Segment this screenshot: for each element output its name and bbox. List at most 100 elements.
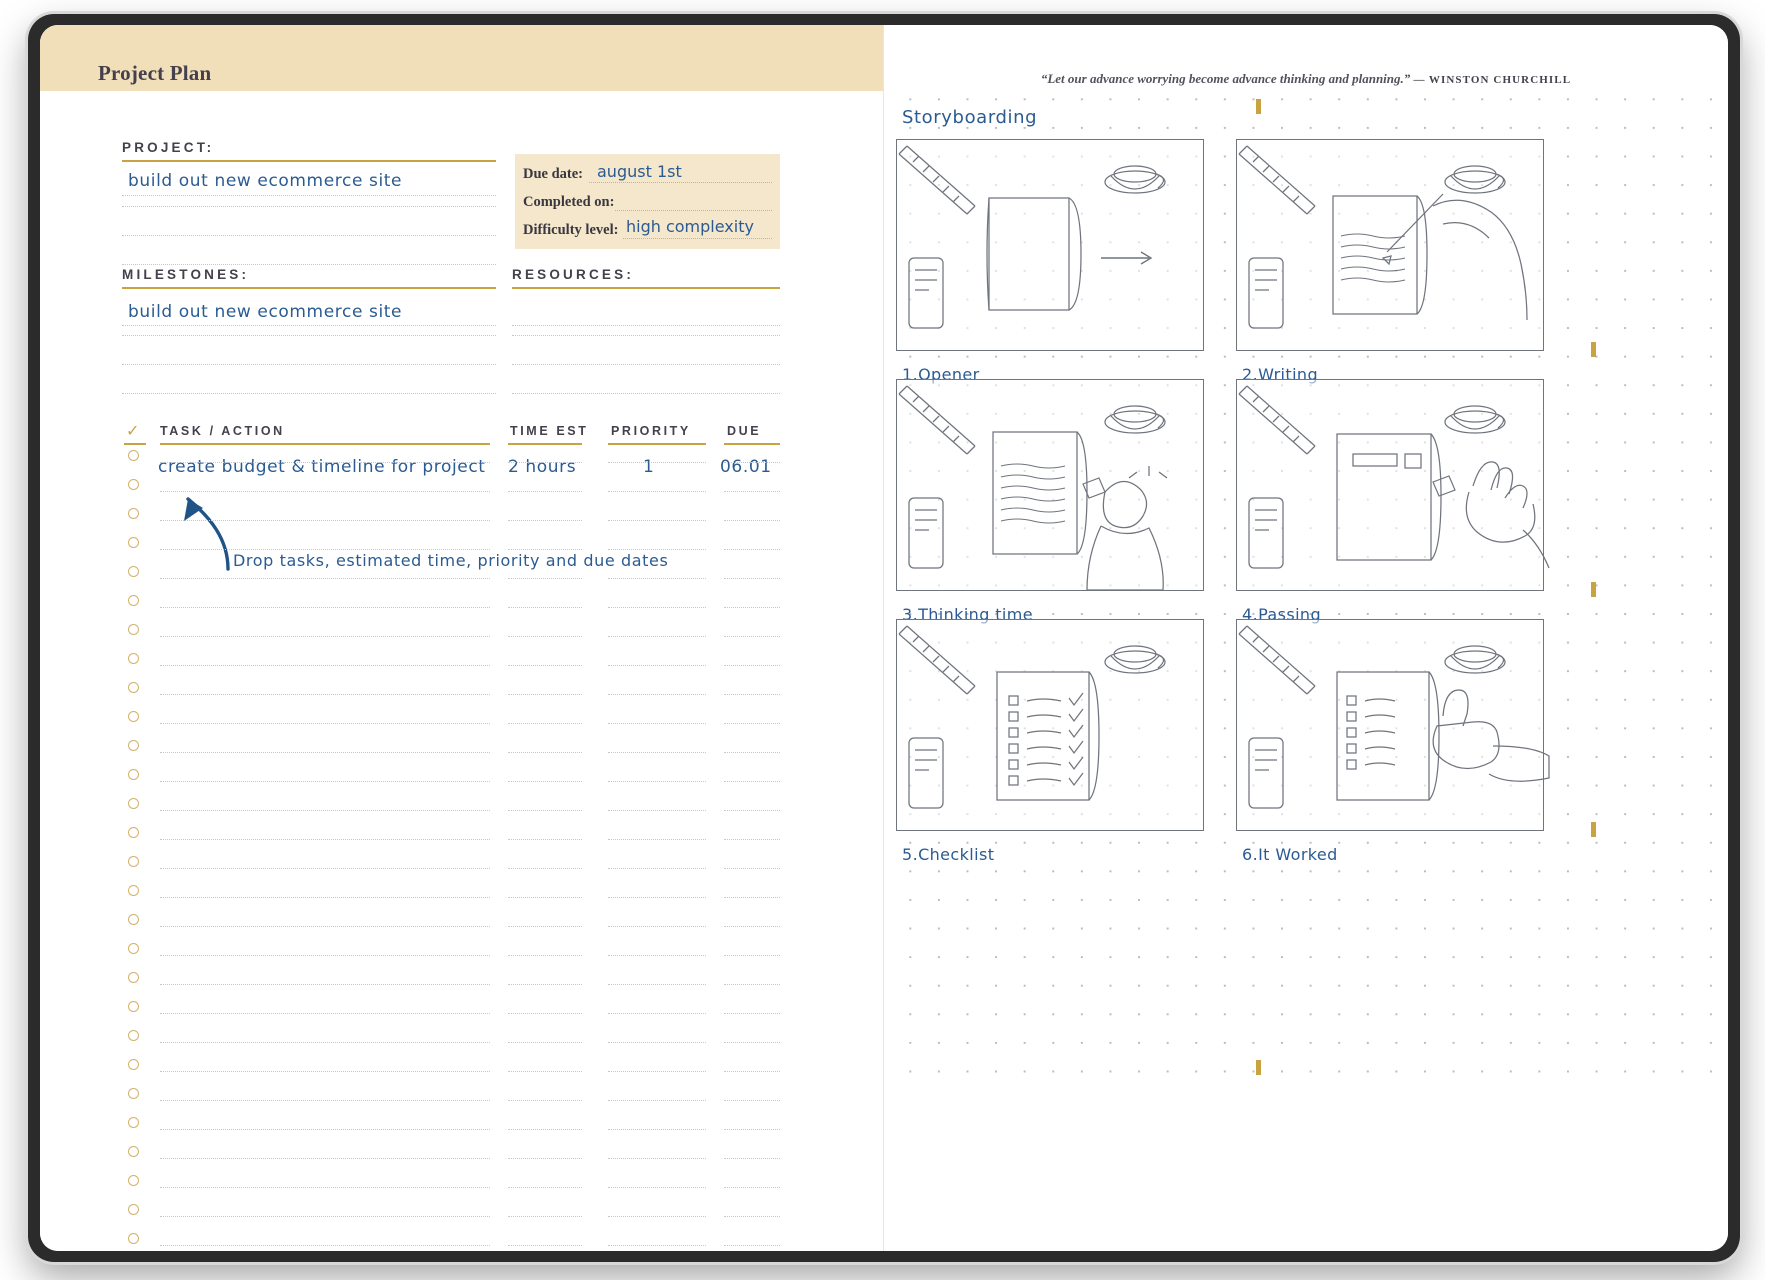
task-row-line[interactable] [160,636,490,637]
task-row-line[interactable] [724,520,780,521]
task-row-line[interactable] [508,1042,582,1043]
task-row-line[interactable] [508,781,582,782]
task-row-line[interactable] [160,491,490,492]
storyboard-frame[interactable] [896,619,1204,831]
task-row-line[interactable] [608,1071,706,1072]
task-row-line[interactable] [608,462,706,463]
task-checkbox[interactable] [128,1233,139,1244]
task-row-line[interactable] [160,839,490,840]
task-row-line[interactable] [508,462,582,463]
task-row-line[interactable] [724,752,780,753]
task-row-line[interactable] [608,665,706,666]
milestones-line-4[interactable] [122,393,496,394]
task-row-line[interactable] [160,984,490,985]
task-checkbox[interactable] [128,856,139,867]
project-line-1[interactable] [122,195,496,196]
task-row-line[interactable] [508,810,582,811]
due-date-value[interactable]: august 1st [597,162,682,181]
task-row-line[interactable] [508,1216,582,1217]
task-checkbox[interactable] [128,1117,139,1128]
task-row-line[interactable] [608,752,706,753]
task-row-line[interactable] [508,955,582,956]
task-row-line[interactable] [508,1187,582,1188]
task-row-line[interactable] [724,636,780,637]
task-row-line[interactable] [508,607,582,608]
milestones-line-2[interactable] [122,335,496,336]
task-checkbox[interactable] [128,1204,139,1215]
task-row-line[interactable] [608,926,706,927]
task-row-line[interactable] [608,955,706,956]
resources-line-4[interactable] [512,393,780,394]
task-row-line[interactable] [160,520,490,521]
storyboard-frame[interactable] [1236,139,1544,351]
task-row-line[interactable] [608,723,706,724]
task-checkbox[interactable] [128,827,139,838]
task-row-line[interactable] [508,1129,582,1130]
task-row-line[interactable] [724,549,780,550]
task-row-line[interactable] [160,781,490,782]
task-row-line[interactable] [608,839,706,840]
milestones-value[interactable]: build out new ecommerce site [128,302,402,322]
resources-line-3[interactable] [512,364,780,365]
task-checkbox[interactable] [128,537,139,548]
task-row-line[interactable] [608,636,706,637]
task-row-line[interactable] [508,926,582,927]
task-row-line[interactable] [608,1245,706,1246]
task-row-line[interactable] [724,810,780,811]
task-checkbox[interactable] [128,885,139,896]
task-row-line[interactable] [160,810,490,811]
resources-line-1[interactable] [512,325,780,326]
task-row-line[interactable] [724,839,780,840]
task-row-line[interactable] [160,1100,490,1101]
task-row-line[interactable] [608,1013,706,1014]
task-row-line[interactable] [160,1216,490,1217]
task-checkbox[interactable] [128,740,139,751]
milestones-line-3[interactable] [122,364,496,365]
task-row-line[interactable] [724,926,780,927]
task-row-line[interactable] [724,1042,780,1043]
milestones-line-1[interactable] [122,325,496,326]
task-checkbox[interactable] [128,1030,139,1041]
task-row-line[interactable] [724,955,780,956]
task-row-line[interactable] [160,1245,490,1246]
task-row-line[interactable] [508,1013,582,1014]
task-row-line[interactable] [508,1245,582,1246]
task-row-line[interactable] [724,607,780,608]
task-checkbox[interactable] [128,943,139,954]
task-row-line[interactable] [608,549,706,550]
task-row-line[interactable] [608,1158,706,1159]
project-line-2[interactable] [122,206,496,207]
task-row-line[interactable] [160,868,490,869]
task-checkbox[interactable] [128,1001,139,1012]
task-row-line[interactable] [508,839,582,840]
task-checkbox[interactable] [128,1146,139,1157]
task-checkbox[interactable] [128,450,139,461]
task-checkbox[interactable] [128,914,139,925]
task-row-line[interactable] [508,1071,582,1072]
task-checkbox[interactable] [128,624,139,635]
task-checkbox[interactable] [128,1088,139,1099]
completed-on-line[interactable] [615,210,772,211]
task-row-line[interactable] [724,462,780,463]
due-date-line[interactable] [589,182,772,183]
task-row-line[interactable] [608,810,706,811]
task-row-line[interactable] [608,1042,706,1043]
task-row-line[interactable] [724,1187,780,1188]
project-line-3[interactable] [122,235,496,236]
resources-line-2[interactable] [512,335,780,336]
task-row-line[interactable] [724,868,780,869]
task-row-line[interactable] [508,491,582,492]
task-row-due[interactable]: 06.01 [720,457,772,477]
task-row-line[interactable] [608,984,706,985]
task-row-line[interactable] [160,1071,490,1072]
task-row-line[interactable] [724,723,780,724]
task-row-line[interactable] [160,1187,490,1188]
task-row-line[interactable] [724,1158,780,1159]
task-row-line[interactable] [608,578,706,579]
task-row-line[interactable] [508,578,582,579]
task-row-line[interactable] [724,1013,780,1014]
task-row-line[interactable] [724,1129,780,1130]
task-row-line[interactable] [724,1245,780,1246]
storyboard-frame[interactable] [896,139,1204,351]
task-checkbox[interactable] [128,566,139,577]
